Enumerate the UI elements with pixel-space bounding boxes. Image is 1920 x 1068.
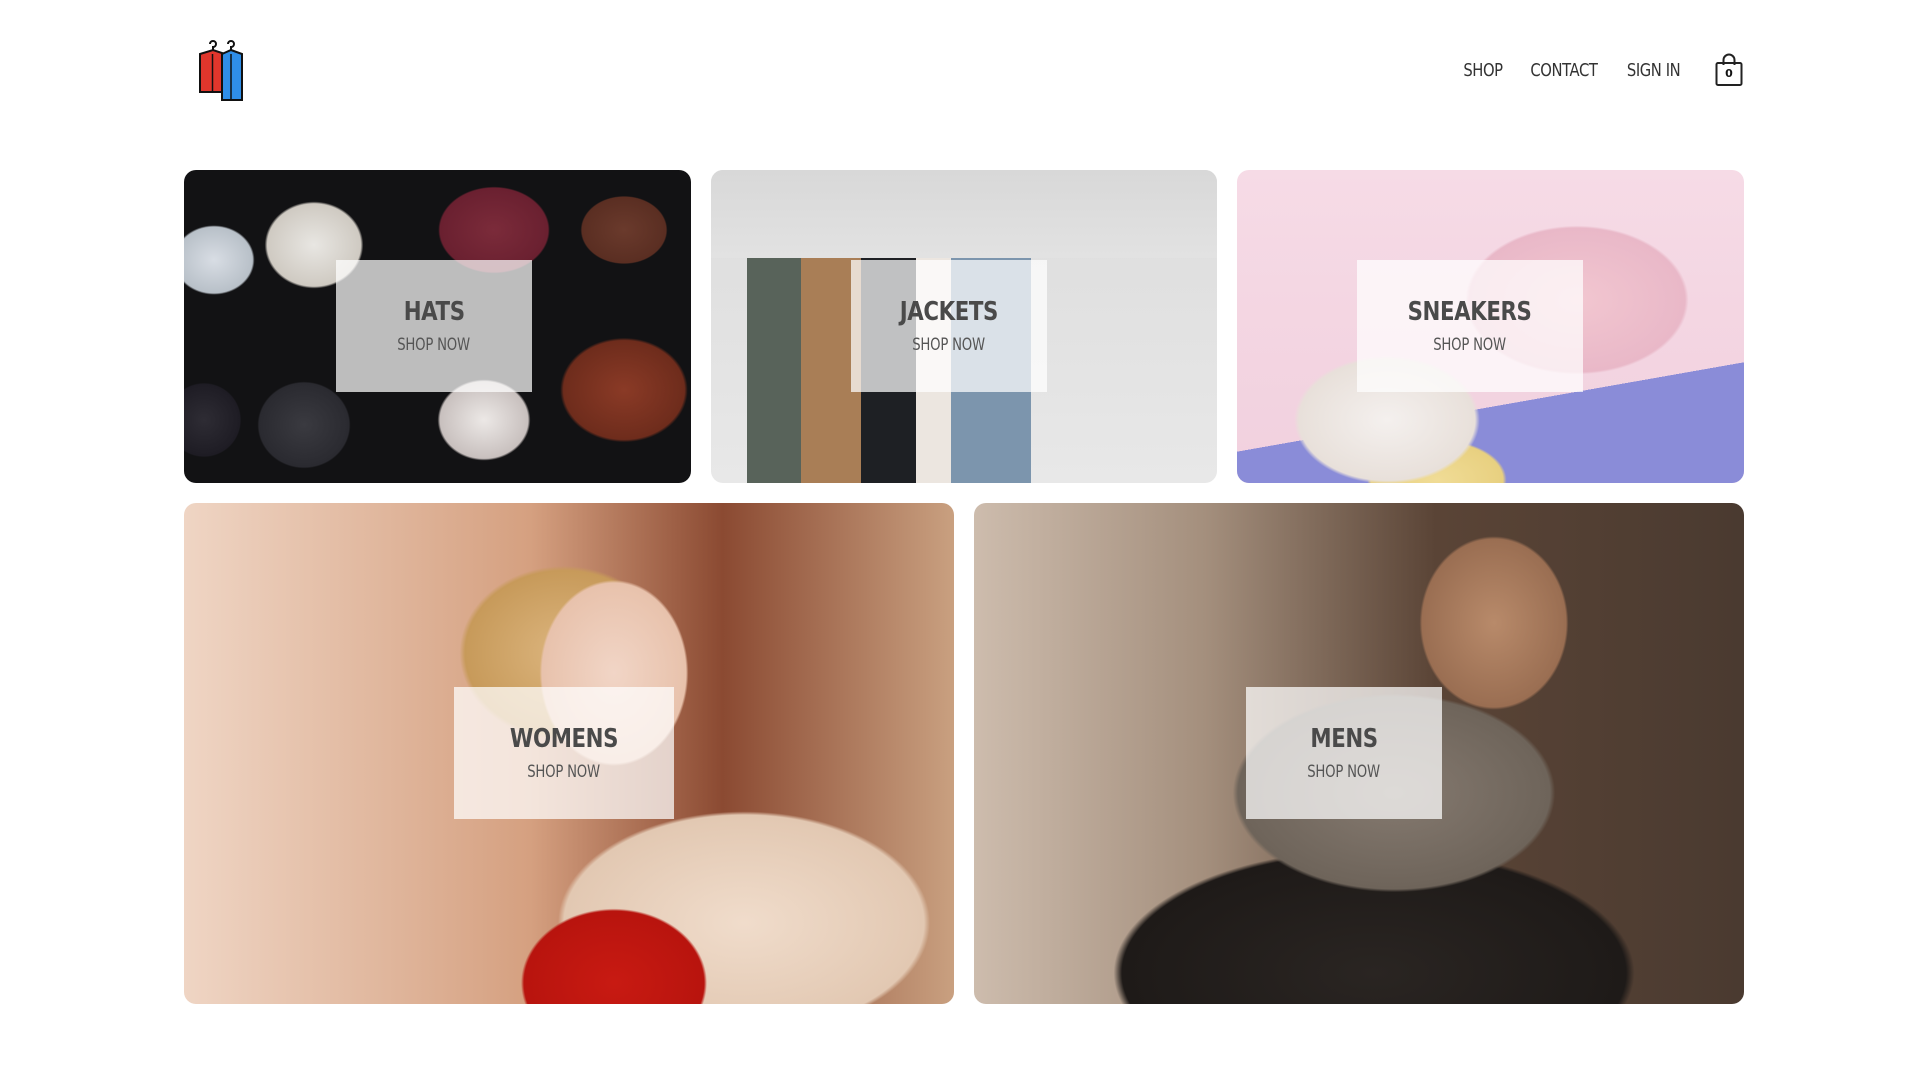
category-title: MENS	[1310, 724, 1378, 754]
category-card[interactable]: MENS SHOP NOW	[1246, 687, 1442, 819]
category-card[interactable]: SNEAKERS SHOP NOW	[1357, 260, 1583, 392]
main-nav: SHOP CONTACT SIGN IN 0	[1451, 50, 1744, 90]
category-tile-hats[interactable]: HATS SHOP NOW	[184, 170, 691, 483]
shop-now-label: SHOP NOW	[1307, 762, 1381, 782]
cart-count: 0	[1725, 67, 1733, 80]
category-card[interactable]: JACKETS SHOP NOW	[851, 260, 1047, 392]
category-title: SNEAKERS	[1408, 297, 1532, 327]
logo-icon	[199, 40, 243, 101]
nav-contact-link[interactable]: CONTACT	[1530, 60, 1598, 81]
shop-now-label: SHOP NOW	[527, 762, 601, 782]
clothes-rack-logo[interactable]	[192, 38, 248, 102]
category-title: HATS	[403, 297, 465, 327]
shop-now-label: SHOP NOW	[912, 335, 986, 355]
jackets-image-wall	[711, 170, 1217, 258]
category-tile-jackets[interactable]: JACKETS SHOP NOW	[711, 170, 1217, 483]
cart-button[interactable]: 0	[1714, 53, 1744, 87]
nav-shop-link[interactable]: SHOP	[1463, 60, 1503, 81]
category-tile-sneakers[interactable]: SNEAKERS SHOP NOW	[1237, 170, 1744, 483]
nav-sign-in-link[interactable]: SIGN IN	[1627, 60, 1681, 81]
shop-now-label: SHOP NOW	[397, 335, 471, 355]
category-card[interactable]: HATS SHOP NOW	[336, 260, 532, 392]
page: SHOP CONTACT SIGN IN 0 HATS SHOP NOW JAC…	[0, 0, 1920, 1068]
category-title: JACKETS	[899, 297, 999, 327]
shop-now-label: SHOP NOW	[1433, 335, 1507, 355]
category-title: WOMENS	[509, 724, 619, 754]
category-card[interactable]: WOMENS SHOP NOW	[454, 687, 674, 819]
header: SHOP CONTACT SIGN IN 0	[184, 30, 1744, 110]
category-tile-mens[interactable]: MENS SHOP NOW	[974, 503, 1744, 1004]
category-tile-womens[interactable]: WOMENS SHOP NOW	[184, 503, 954, 1004]
